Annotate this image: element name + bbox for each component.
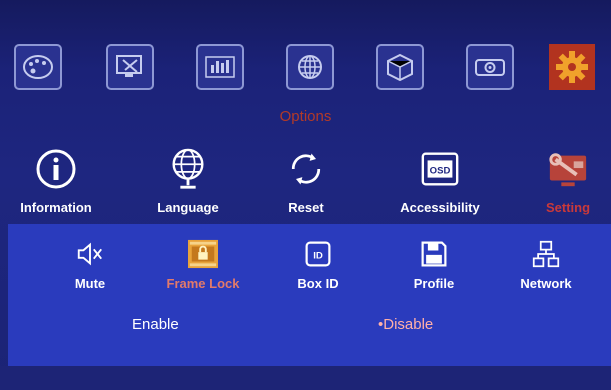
submenu-item-frame-lock[interactable]: Frame Lock bbox=[153, 238, 253, 291]
speaker-mute-icon bbox=[77, 242, 102, 266]
option-enable[interactable]: Enable bbox=[132, 316, 179, 333]
menu-item-label: Setting bbox=[545, 200, 591, 215]
submenu-item-network[interactable]: Network bbox=[496, 238, 596, 291]
globe-icon bbox=[172, 148, 204, 189]
submenu-item-box-id[interactable]: ID Box ID bbox=[268, 238, 368, 291]
osd-screen: Options Information Language Reset OSD A… bbox=[0, 0, 611, 390]
menu-item-label: Information bbox=[20, 200, 92, 215]
display-tools-icon[interactable] bbox=[106, 44, 154, 90]
submenu-item-profile[interactable]: Profile bbox=[384, 238, 484, 291]
globe-grid-icon[interactable] bbox=[286, 44, 334, 90]
network-icon bbox=[532, 240, 560, 268]
id-badge-icon: ID bbox=[305, 241, 331, 267]
menu-item-accessibility[interactable]: OSD Accessibility bbox=[380, 144, 500, 220]
menu-item-reset[interactable]: Reset bbox=[246, 144, 366, 220]
submenu-item-label: Network bbox=[520, 276, 572, 291]
submenu-item-label: Box ID bbox=[297, 276, 339, 291]
reset-icon bbox=[291, 153, 321, 185]
id-icon-text: ID bbox=[313, 250, 323, 261]
category-bar bbox=[14, 44, 604, 94]
osd-icon: OSD bbox=[421, 152, 459, 186]
info-icon bbox=[36, 149, 76, 189]
menu-item-setting[interactable]: Setting bbox=[508, 144, 611, 220]
submenu-item-label: Mute bbox=[74, 276, 106, 291]
menu-item-label: Accessibility bbox=[400, 200, 480, 215]
wrench-setting-icon bbox=[549, 153, 587, 187]
menu-item-label: Language bbox=[157, 200, 219, 215]
frame-lock-icon bbox=[188, 239, 218, 269]
submenu-item-label: Frame Lock bbox=[166, 276, 240, 291]
equalizer-icon[interactable] bbox=[196, 44, 244, 90]
floppy-disk-icon bbox=[421, 241, 447, 267]
menu-item-label: Reset bbox=[288, 200, 324, 215]
palette-icon[interactable] bbox=[14, 44, 62, 90]
setting-panel: Mute Frame Lock ID Box ID Profile Networ… bbox=[8, 224, 611, 366]
3d-cube-icon[interactable] bbox=[376, 44, 424, 90]
gear-icon[interactable] bbox=[548, 44, 596, 90]
submenu-item-label: Profile bbox=[413, 276, 455, 291]
options-menu: Information Language Reset OSD Accessibi… bbox=[0, 144, 611, 220]
footer-bar bbox=[0, 366, 611, 390]
menu-item-language[interactable]: Language bbox=[128, 144, 248, 220]
submenu-item-mute[interactable]: Mute bbox=[40, 238, 140, 291]
menu-item-information[interactable]: Information bbox=[0, 144, 116, 220]
option-disable[interactable]: •Disable bbox=[378, 316, 433, 333]
projector-icon[interactable] bbox=[466, 44, 514, 90]
page-title: Options bbox=[279, 108, 332, 125]
osd-icon-text: OSD bbox=[430, 165, 451, 176]
setting-submenu: Mute Frame Lock ID Box ID Profile Networ… bbox=[8, 238, 611, 298]
